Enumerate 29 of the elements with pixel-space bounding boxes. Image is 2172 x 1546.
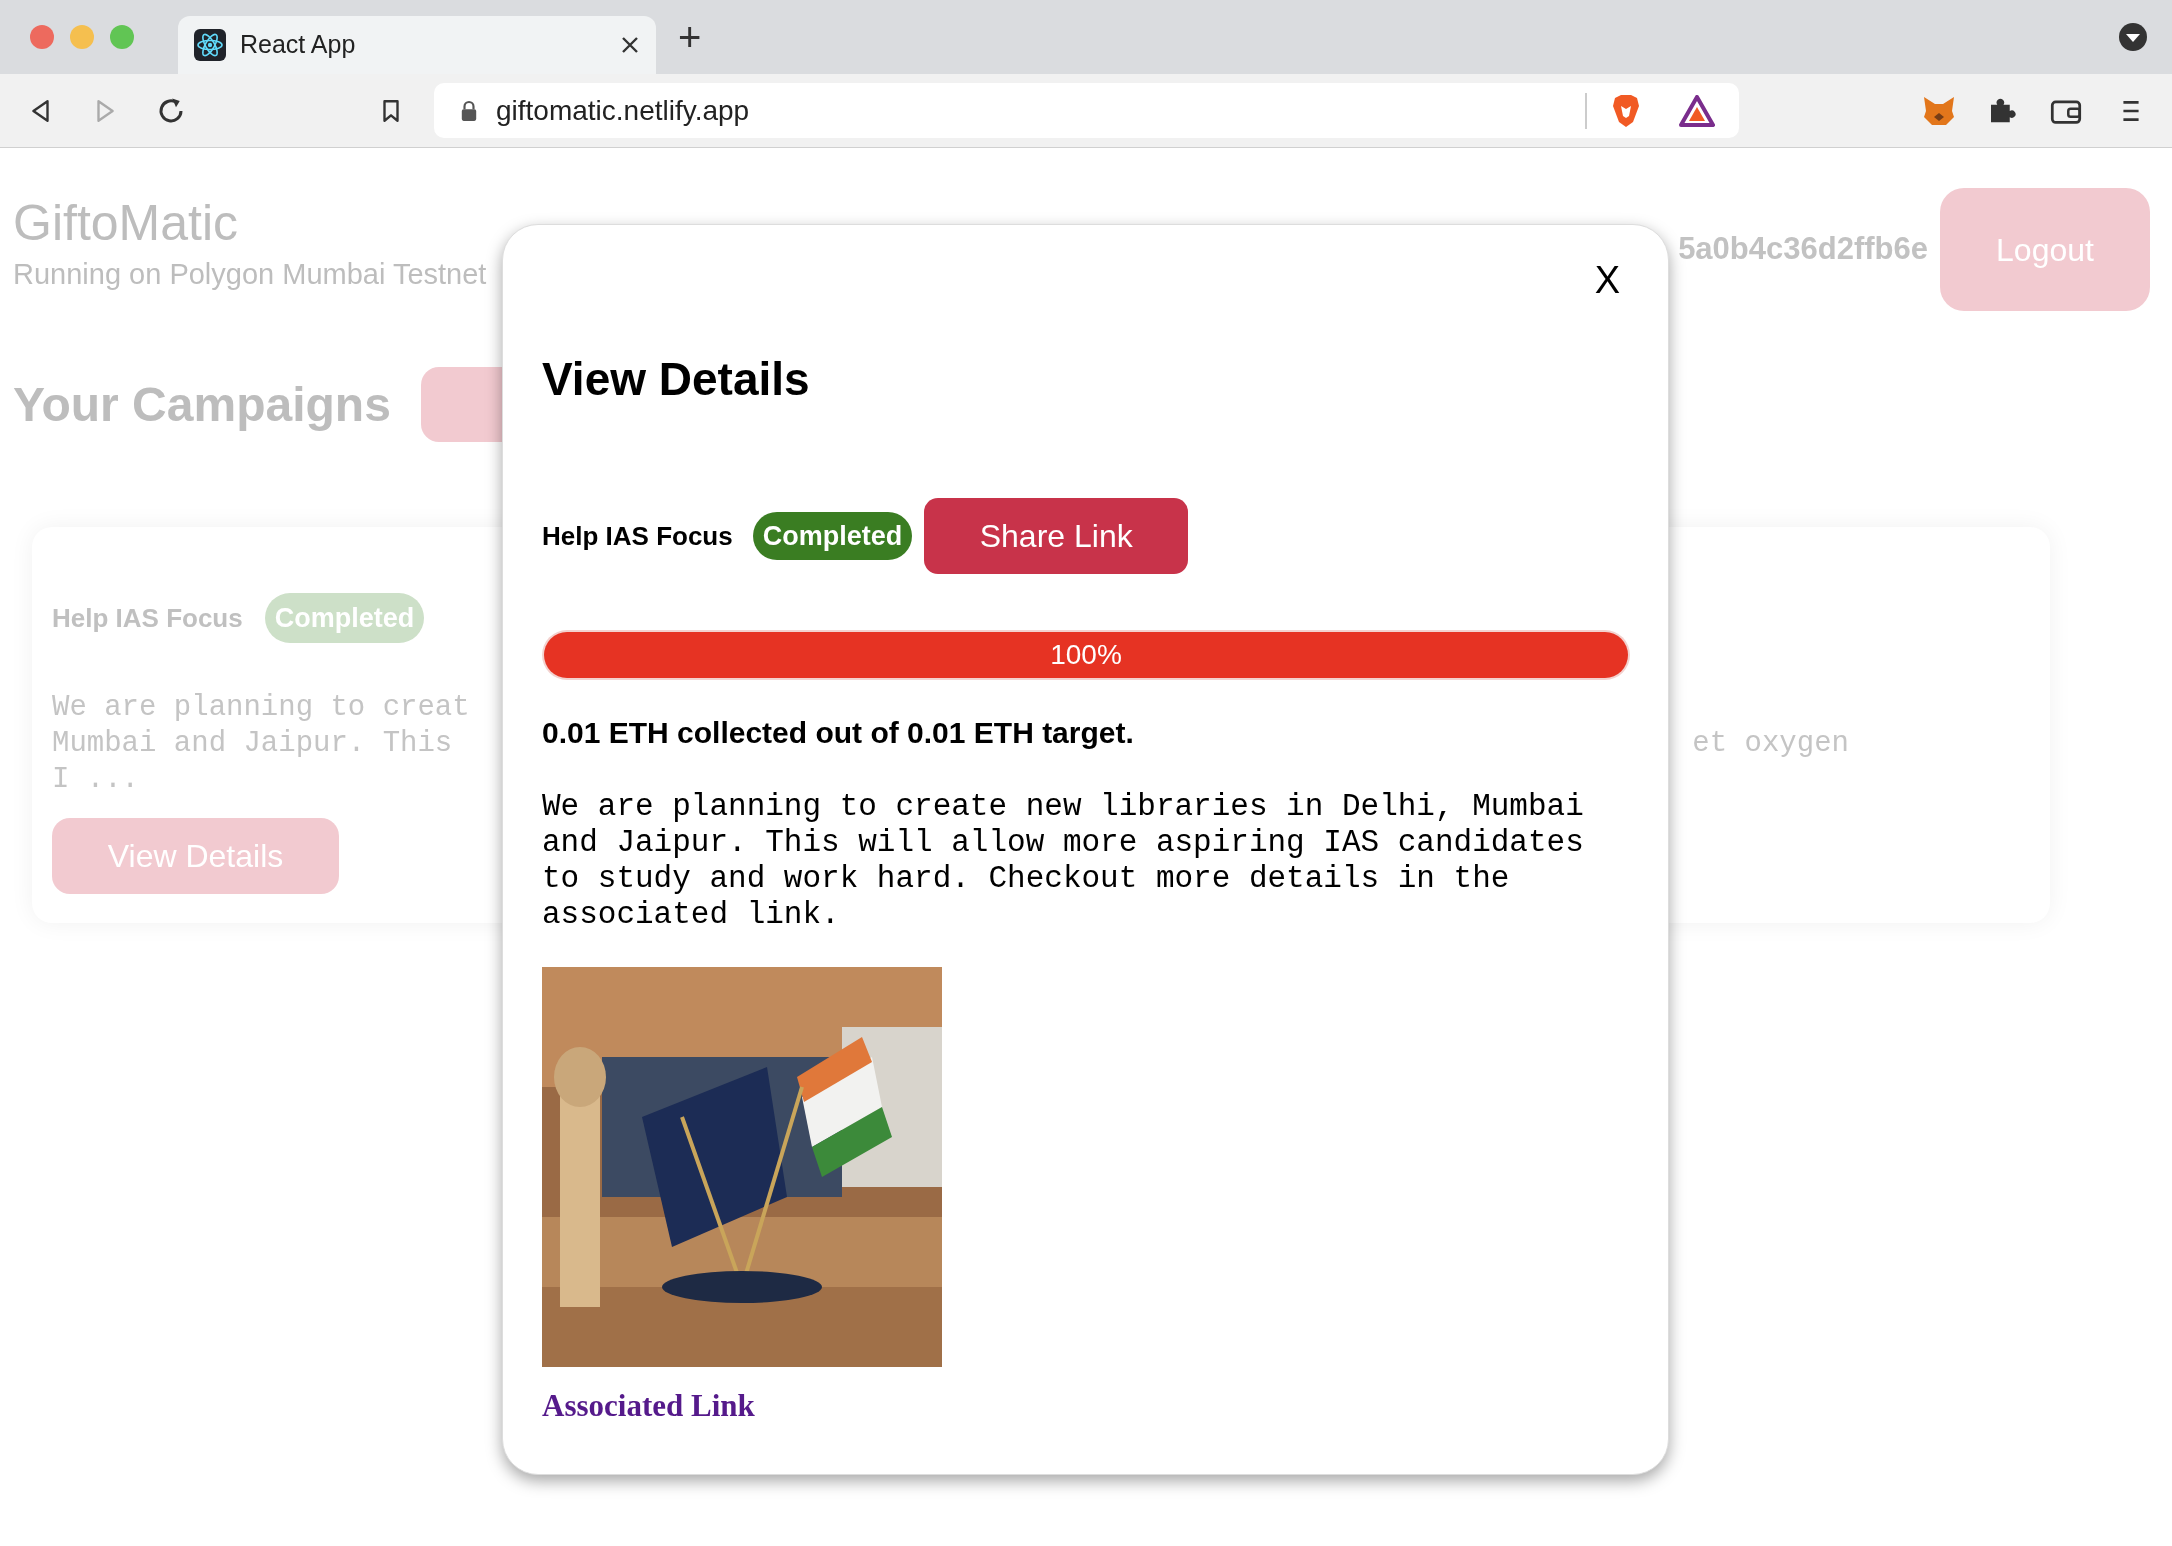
url-text: giftomatic.netlify.app — [496, 93, 751, 128]
campaign-title: Help IAS Focus — [542, 519, 733, 553]
progress-label: 100% — [1049, 638, 1123, 672]
close-button[interactable]: X — [1594, 261, 1620, 299]
account-address: 5a0b4c36d2ffb6e — [1678, 230, 1928, 269]
atom-icon — [194, 29, 226, 61]
fox-icon[interactable] — [1922, 94, 1956, 127]
description-line: et oxygen — [1692, 726, 1849, 762]
close-icon[interactable] — [620, 35, 640, 55]
status-badge: Completed — [752, 512, 913, 560]
dialog-title: View Details — [542, 352, 811, 407]
associated-link[interactable]: Associated Link — [542, 1383, 755, 1430]
triangle-icon[interactable] — [1679, 94, 1715, 127]
description-line: I ... — [52, 762, 140, 798]
description-line: Mumbai and Jaipur. This — [52, 726, 454, 762]
network-subtitle: Running on Polygon Mumbai Testnet — [13, 257, 487, 292]
funding-summary: 0.01 ETH collected out of 0.01 ETH target. — [542, 715, 1135, 751]
campaign-title: Help IAS Focus — [52, 601, 243, 635]
tab-list-icon[interactable] — [2118, 22, 2148, 52]
description-line: We are planning to creat — [52, 690, 470, 726]
campaign-description: We are planning to create new libraries in Delhi, Mumbai and Jaipur. This will allow more aspiring IAS candidates to study and work hard. Checkout more details in the associated link. — [542, 789, 1585, 933]
browser-tab[interactable]: React App — [178, 16, 656, 74]
address-bar[interactable]: giftomatic.netlify.app — [434, 83, 1739, 138]
brand-title: GiftoMatic — [13, 194, 240, 252]
share-link-button[interactable]: Share Link — [924, 498, 1189, 574]
lock-icon — [460, 99, 478, 122]
new-tab-button[interactable]: + — [678, 17, 702, 57]
tab-title: React App — [240, 29, 357, 61]
campaigns-heading: Your Campaigns — [13, 376, 391, 433]
